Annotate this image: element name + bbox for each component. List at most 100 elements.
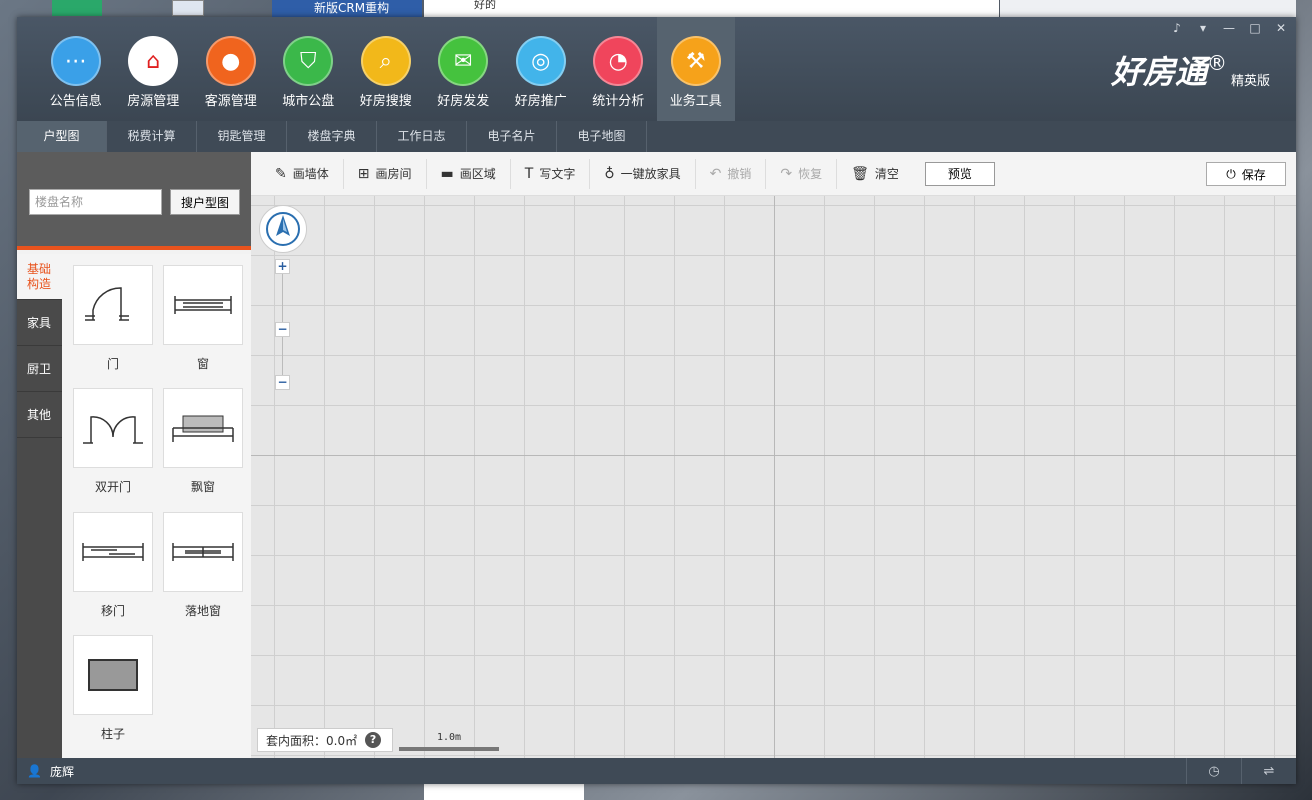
app-window: ⋯ 公告信息 ⌂ 房源管理 ● 客源管理 ⛉ 城市公盘 ⌕ 好房搜搜 ✉ 好房发发 ◎ 好房推广 ◔ 统计分析… [17, 17, 1296, 784]
drawing-toolbar: ✎ 画墙体 ⊞ 画房间 ▬ 画区域 T 写文字 ♁ 一键放家具 ↶ 撤销 ↷ 恢… [251, 152, 1296, 196]
search-input[interactable] [29, 189, 162, 215]
nav-item[interactable]: ⌂ 房源管理 [115, 17, 193, 121]
nav-item[interactable]: ● 客源管理 [192, 17, 270, 121]
subnav-tab[interactable]: 工作日志 [377, 121, 467, 152]
area-readout: 套内面积：0.0㎡ ? [257, 728, 393, 752]
palette-item[interactable]: 柱子 [73, 634, 153, 747]
palette-item-label: 移门 [100, 603, 125, 618]
door-icon [73, 265, 153, 345]
clock-icon[interactable]: ◷ [1186, 758, 1241, 784]
help-icon[interactable]: ? [365, 732, 382, 748]
nav-label: 房源管理 [127, 94, 180, 109]
nav-label: 客源管理 [204, 94, 257, 109]
subnav-tab[interactable]: 税费计算 [107, 121, 197, 152]
palette-item[interactable]: 门 [73, 265, 153, 377]
status-actions: ◷ ⇌ [1186, 758, 1296, 784]
nav-label: 城市公盘 [282, 94, 335, 109]
maximize-icon[interactable]: □ [1248, 21, 1262, 35]
nav-label: 公告信息 [49, 94, 102, 109]
subnav-tab[interactable]: 电子地图 [557, 121, 647, 152]
search-floorplan-button[interactable]: 搜户型图 [170, 189, 240, 215]
status-bar: 👤 庞辉 ◷ ⇌ [17, 758, 1296, 784]
nav-item[interactable]: ⋯ 公告信息 [37, 17, 115, 121]
category-tab[interactable]: 家具 [17, 300, 62, 346]
zoom-out-button[interactable]: − [275, 375, 290, 390]
place-furniture-tool[interactable]: ♁ 一键放家具 [590, 158, 696, 189]
category-tab[interactable]: 厨卫 [17, 346, 62, 392]
nav-icon: ⚒ [670, 36, 721, 86]
draw-wall-label: 画墙体 [292, 167, 329, 181]
brand-registered-mark: ® [1206, 51, 1227, 75]
compass-icon[interactable] [259, 205, 307, 253]
background-crm-window: 新版CRM重构 [272, 0, 422, 17]
redo-tool[interactable]: ↷ 恢复 [766, 158, 838, 189]
preview-button[interactable]: 预览 [924, 161, 995, 186]
drawing-canvas[interactable]: + − − 套内面积：0.0㎡ ? 1.0m [251, 196, 1296, 758]
brand-name: 好房通 [1110, 53, 1207, 91]
draw-room-tool[interactable]: ⊞ 画房间 [344, 158, 427, 189]
zoom-slider-handle[interactable]: − [275, 322, 290, 337]
subnav-tab[interactable]: 户型图 [17, 121, 107, 152]
draw-area-label: 画区域 [459, 167, 496, 181]
current-user: 庞辉 [49, 764, 74, 779]
lightbulb-icon: ♁ [604, 165, 615, 182]
nav-item[interactable]: ⛉ 城市公盘 [270, 17, 348, 121]
double-door-icon [73, 388, 153, 469]
subnav-tab[interactable]: 楼盘字典 [287, 121, 377, 152]
sliding-door-icon [73, 511, 153, 592]
brand-edition: 精英版 [1230, 74, 1270, 89]
nav-item[interactable]: ⌕ 好房搜搜 [347, 17, 425, 121]
palette-item[interactable]: 飘窗 [163, 388, 243, 500]
palette-item[interactable]: 落地窗 [163, 511, 243, 624]
sub-nav: 户型图 税费计算 钥匙管理 楼盘字典 工作日志 电子名片 电子地图 [17, 121, 1296, 152]
scale-bar [399, 747, 499, 751]
category-tab[interactable]: 基础 构造 [17, 254, 62, 300]
nav-item[interactable]: ✉ 好房发发 [425, 17, 503, 121]
component-palette: 门 窗双开门 飘窗移门 落地窗柱子 [62, 254, 251, 758]
category-tab[interactable]: 其他 [17, 392, 62, 438]
write-text-label: 写文字 [539, 167, 576, 181]
clear-label: 清空 [874, 167, 899, 181]
clear-tool[interactable]: 🗑 清空 [837, 159, 913, 189]
scale-label: 1.0m [437, 732, 462, 743]
desktop-app-icon [52, 0, 102, 16]
zoom-in-button[interactable]: + [275, 259, 290, 274]
draw-room-label: 画房间 [375, 167, 412, 181]
draw-area-tool[interactable]: ▬ 画区域 [427, 158, 511, 189]
palette-item[interactable]: 移门 [73, 511, 153, 624]
undo-tool[interactable]: ↶ 撤销 [696, 158, 767, 189]
palette-item-label: 柱子 [100, 726, 125, 741]
palette-item[interactable]: 窗 [163, 265, 243, 377]
nav-label: 统计分析 [592, 94, 645, 109]
canvas-center-line [774, 196, 775, 758]
place-furniture-label: 一键放家具 [620, 167, 681, 181]
redo-label: 恢复 [798, 167, 823, 181]
nav-icon: ● [205, 36, 256, 86]
canvas-center-line [251, 455, 1296, 456]
dropdown-icon[interactable]: ▾ [1196, 21, 1210, 35]
room-icon: ⊞ [357, 165, 370, 182]
palette-item[interactable]: 双开门 [73, 388, 153, 500]
palette-item-label: 窗 [196, 357, 209, 371]
minimize-icon[interactable]: — [1222, 21, 1236, 35]
background-window [424, 783, 584, 800]
handshake-icon[interactable]: ⇌ [1241, 758, 1296, 784]
write-text-tool[interactable]: T 写文字 [511, 158, 591, 189]
nav-icon: ⌂ [128, 36, 179, 86]
nav-item[interactable]: ◎ 好房推广 [502, 17, 580, 121]
subnav-tab[interactable]: 电子名片 [467, 121, 557, 152]
save-button[interactable]: ⏻ 保存 [1206, 162, 1286, 186]
nav-label: 好房推广 [514, 94, 567, 109]
palette-item-label: 落地窗 [184, 603, 221, 618]
nav-item[interactable]: ⚒ 业务工具 [657, 17, 735, 121]
pillar-icon [73, 634, 153, 715]
nav-item[interactable]: ◔ 统计分析 [580, 17, 658, 121]
draw-wall-tool[interactable]: ✎ 画墙体 [261, 158, 344, 189]
subnav-tab[interactable]: 钥匙管理 [197, 121, 287, 152]
background-chat-window: 好的 [424, 0, 999, 17]
category-tabs: 基础 构造 家具 厨卫 其他 [17, 254, 62, 758]
close-icon[interactable]: ✕ [1274, 21, 1288, 35]
app-header: ⋯ 公告信息 ⌂ 房源管理 ● 客源管理 ⛉ 城市公盘 ⌕ 好房搜搜 ✉ 好房发发 ◎ 好房推广 ◔ 统计分析… [17, 17, 1296, 121]
bell-icon[interactable]: ♪ [1170, 21, 1184, 35]
search-panel: 搜户型图 [17, 152, 251, 250]
